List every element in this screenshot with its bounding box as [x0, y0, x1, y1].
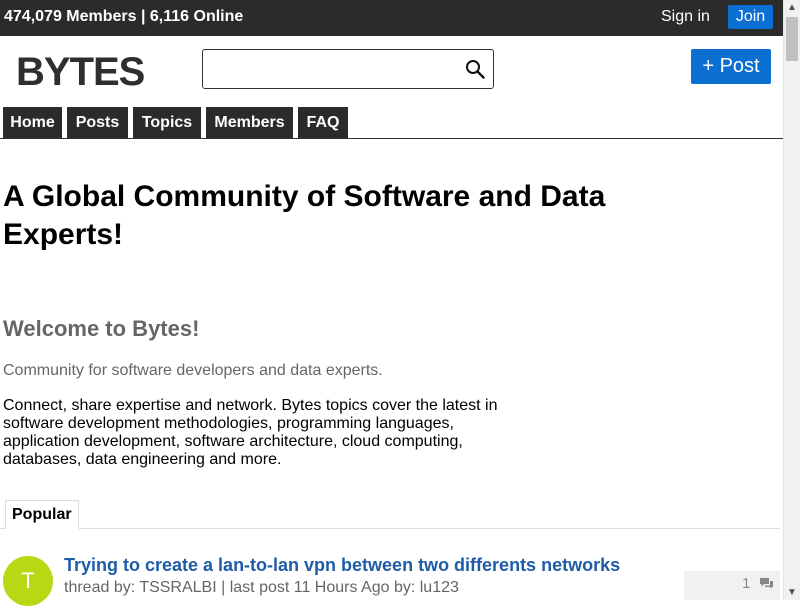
scrollbar-thumb[interactable]	[786, 17, 798, 61]
tab-home[interactable]: Home	[3, 107, 62, 138]
thread-title-link[interactable]: Trying to create a lan-to-lan vpn betwee…	[64, 555, 620, 576]
search-icon[interactable]	[465, 59, 485, 79]
page-headline: A Global Community of Software and Data …	[3, 180, 606, 251]
tagline: Community for software developers and da…	[3, 362, 383, 379]
vertical-scrollbar[interactable]: ▲ ▼	[783, 0, 800, 600]
avatar[interactable]: T	[3, 556, 53, 606]
site-logo[interactable]: BYTES	[16, 50, 145, 94]
tab-faq[interactable]: FAQ	[298, 107, 348, 138]
reply-count-badge: 1	[684, 571, 780, 600]
search-input[interactable]	[209, 56, 463, 84]
scroll-down-icon[interactable]: ▼	[787, 587, 797, 598]
search-box[interactable]	[202, 49, 494, 89]
tab-members[interactable]: Members	[206, 107, 293, 138]
comment-icon	[760, 578, 773, 589]
thread-tabs: Popular	[0, 500, 780, 529]
welcome-heading: Welcome to Bytes!	[3, 316, 200, 341]
tab-topics[interactable]: Topics	[133, 107, 201, 138]
join-button[interactable]: Join	[728, 5, 773, 29]
site-description: Connect, share expertise and network. By…	[3, 397, 498, 468]
thread-meta: thread by: TSSRALBI | last post 11 Hours…	[64, 579, 459, 596]
main-nav: Home Posts Topics Members FAQ	[0, 107, 783, 139]
site-stats: 474,079 Members | 6,116 Online	[4, 8, 244, 25]
tab-popular[interactable]: Popular	[5, 500, 79, 529]
new-post-button[interactable]: + Post	[691, 49, 771, 84]
tab-posts[interactable]: Posts	[67, 107, 128, 138]
sign-in-link[interactable]: Sign in	[661, 8, 710, 26]
scroll-up-icon[interactable]: ▲	[787, 2, 797, 13]
top-bar: 474,079 Members | 6,116 Online Sign in J…	[0, 0, 783, 36]
reply-count: 1	[742, 575, 751, 592]
